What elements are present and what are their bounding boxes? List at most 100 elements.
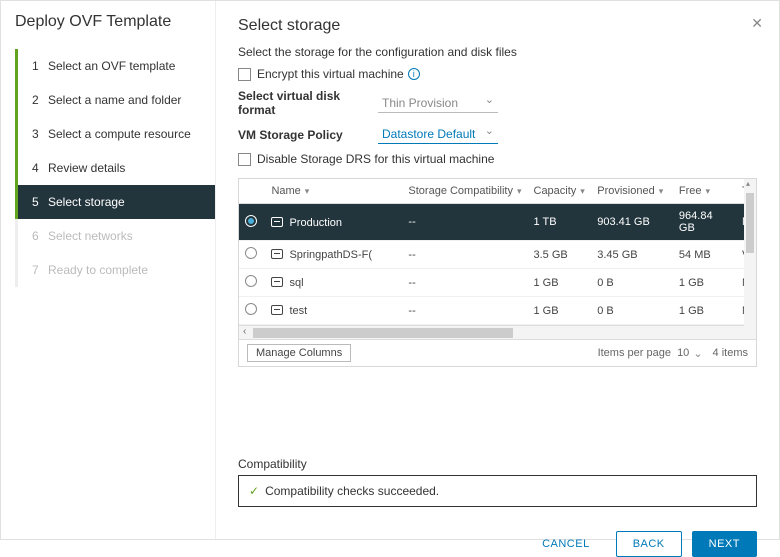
scrollbar-thumb[interactable] (746, 193, 754, 253)
wizard-title: Deploy OVF Template (1, 13, 215, 49)
cell-free: 964.84 GB (673, 204, 736, 241)
info-icon[interactable]: i (408, 68, 420, 80)
storage-policy-row: VM Storage Policy Datastore Default (238, 125, 757, 144)
table-row[interactable]: Production -- 1 TB 903.41 GB 964.84 GB N (239, 204, 756, 241)
compatibility-message: Compatibility checks succeeded. (265, 484, 439, 498)
cell-capacity: 1 GB (528, 297, 592, 325)
datastore-icon (271, 249, 283, 259)
table-row[interactable]: sql -- 1 GB 0 B 1 GB N (239, 269, 756, 297)
wizard-container: Deploy OVF Template 1Select an OVF templ… (1, 1, 779, 539)
cell-name: SpringpathDS-F( (289, 249, 372, 261)
row-radio[interactable] (245, 247, 257, 259)
column-capacity[interactable]: Capacity▾ (528, 179, 592, 204)
table-row[interactable]: test -- 1 GB 0 B 1 GB N (239, 297, 756, 325)
disk-format-label: Select virtual disk format (238, 89, 378, 117)
horizontal-scrollbar[interactable] (239, 325, 756, 339)
step-select-compute[interactable]: 3Select a compute resource (15, 117, 215, 151)
page-subtitle: Select the storage for the configuration… (238, 45, 757, 59)
cell-capacity: 1 GB (528, 269, 592, 297)
step-label: Select a name and folder (48, 93, 181, 107)
step-ready-complete: 7Ready to complete (15, 253, 215, 287)
table-header-row: Name▾ Storage Compatibility▾ Capacity▾ P… (239, 179, 756, 204)
filter-icon[interactable]: ▾ (706, 186, 711, 196)
next-button[interactable]: NEXT (692, 531, 757, 557)
wizard-steps: 1Select an OVF template 2Select a name a… (1, 49, 215, 287)
step-number: 7 (32, 263, 48, 277)
step-number: 2 (32, 93, 48, 107)
cell-compat: -- (402, 269, 527, 297)
column-free-text: Free (679, 185, 702, 197)
step-number: 5 (32, 195, 48, 209)
disable-drs-label: Disable Storage DRS for this virtual mac… (257, 152, 494, 166)
cell-provisioned: 0 B (591, 269, 673, 297)
step-label: Select networks (48, 229, 133, 243)
column-name-text: Name (271, 185, 300, 197)
step-select-ovf[interactable]: 1Select an OVF template (15, 49, 215, 83)
step-label: Select a compute resource (48, 127, 191, 141)
items-count: 4 items (713, 347, 748, 359)
datastore-icon (271, 305, 283, 315)
cell-name: sql (289, 277, 303, 289)
step-label: Review details (48, 161, 125, 175)
cell-capacity: 3.5 GB (528, 241, 592, 269)
cell-free: 1 GB (673, 269, 736, 297)
column-free[interactable]: Free ▾ (673, 179, 736, 204)
back-button[interactable]: BACK (616, 531, 682, 557)
datastore-icon (271, 217, 283, 227)
cell-provisioned: 0 B (591, 297, 673, 325)
row-radio[interactable] (245, 303, 257, 315)
disable-drs-checkbox[interactable] (238, 153, 251, 166)
cell-name: test (289, 305, 307, 317)
column-name[interactable]: Name ▾ (265, 179, 402, 204)
cell-compat: -- (402, 204, 527, 241)
filter-icon[interactable]: ▾ (305, 186, 310, 196)
cell-free: 54 MB (673, 241, 736, 269)
wizard-main: ✕ Select storage Select the storage for … (216, 1, 779, 539)
step-number: 6 (32, 229, 48, 243)
step-select-name[interactable]: 2Select a name and folder (15, 83, 215, 117)
cancel-button[interactable]: CANCEL (526, 531, 606, 557)
cell-name: Production (289, 217, 342, 229)
compatibility-box: ✓ Compatibility checks succeeded. (238, 475, 757, 507)
storage-policy-select[interactable]: Datastore Default (378, 125, 498, 144)
chevron-down-icon[interactable]: ⌄ (693, 347, 702, 360)
column-compat[interactable]: Storage Compatibility ▾ (402, 179, 527, 204)
table-footer: Manage Columns Items per page 10 ⌄ 4 ite… (239, 339, 756, 366)
items-per-page-select[interactable]: 10 (677, 347, 689, 359)
disk-format-row: Select virtual disk format Thin Provisio… (238, 89, 757, 117)
cell-free: 1 GB (673, 297, 736, 325)
scrollbar-thumb[interactable] (253, 328, 513, 338)
step-number: 1 (32, 59, 48, 73)
storage-policy-label: VM Storage Policy (238, 128, 378, 142)
cell-provisioned: 3.45 GB (591, 241, 673, 269)
wizard-sidebar: Deploy OVF Template 1Select an OVF templ… (1, 1, 216, 539)
vertical-scrollbar[interactable] (744, 179, 756, 334)
step-select-storage[interactable]: 5Select storage (15, 185, 215, 219)
step-label: Ready to complete (48, 263, 148, 277)
manage-columns-button[interactable]: Manage Columns (247, 344, 351, 362)
column-provisioned[interactable]: Provisioned▾ (591, 179, 673, 204)
table-row[interactable]: SpringpathDS-F( -- 3.5 GB 3.45 GB 54 MB … (239, 241, 756, 269)
cell-compat: -- (402, 241, 527, 269)
cell-compat: -- (402, 297, 527, 325)
column-compat-text: Storage Compatibility (408, 185, 513, 197)
close-icon[interactable]: ✕ (751, 15, 763, 32)
check-icon: ✓ (249, 484, 259, 498)
step-label: Select an OVF template (48, 59, 175, 73)
step-review-details[interactable]: 4Review details (15, 151, 215, 185)
filter-icon[interactable]: ▾ (517, 186, 522, 196)
filter-icon[interactable]: ▾ (659, 186, 664, 196)
encrypt-checkbox[interactable] (238, 68, 251, 81)
items-per-page-label: Items per page (598, 347, 671, 359)
datastore-table: Name▾ Storage Compatibility▾ Capacity▾ P… (239, 179, 756, 325)
cell-provisioned: 903.41 GB (591, 204, 673, 241)
column-capacity-text: Capacity (534, 185, 577, 197)
row-radio[interactable] (245, 275, 257, 287)
step-label: Select storage (48, 195, 125, 209)
row-radio[interactable] (245, 215, 257, 227)
disk-format-select[interactable]: Thin Provision (378, 94, 498, 113)
disable-drs-row: Disable Storage DRS for this virtual mac… (238, 152, 757, 166)
encrypt-row: Encrypt this virtual machine i (238, 67, 757, 81)
filter-icon[interactable]: ▾ (580, 186, 585, 196)
datastore-table-container: Name▾ Storage Compatibility▾ Capacity▾ P… (238, 178, 757, 367)
